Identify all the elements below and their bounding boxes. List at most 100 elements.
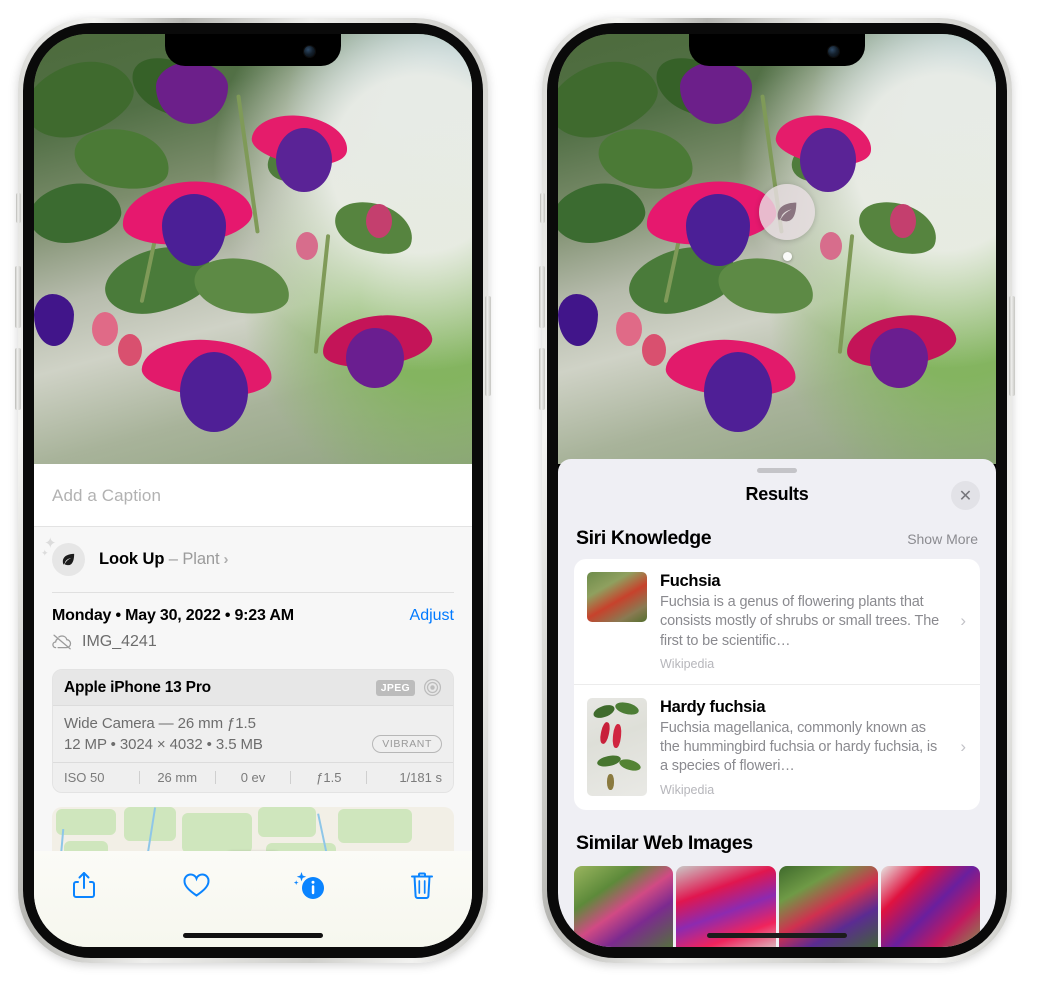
siri-knowledge-card: Fuchsia Fuchsia is a genus of flowering … (574, 559, 980, 810)
look-up-label: Look Up – Plant › (99, 550, 228, 569)
front-camera (828, 46, 839, 57)
result-thumbnail (587, 697, 647, 796)
similar-web-images-header: Similar Web Images (558, 810, 996, 864)
iphone-left: Add a Caption ✦ ✦ Look Up – Plant › Monda… (15, 18, 491, 963)
volume-up-button[interactable] (15, 266, 21, 328)
fuchsia-bud (820, 232, 842, 260)
exif-iso: ISO 50 (64, 770, 105, 785)
result-title: Fuchsia (660, 572, 721, 590)
list-item[interactable]: Hardy fuchsia Fuchsia magellanica, commo… (574, 683, 980, 810)
notch (165, 34, 341, 66)
info-button[interactable] (289, 867, 329, 903)
favorite-button[interactable] (177, 867, 217, 903)
volume-down-button[interactable] (15, 348, 21, 410)
fuchsia-bud (890, 204, 916, 238)
photo-viewer[interactable] (34, 34, 472, 469)
fuchsia-bloom (276, 128, 332, 192)
share-icon (73, 872, 95, 898)
show-more-button[interactable]: Show More (907, 531, 978, 547)
cloud-slash-icon (52, 634, 72, 650)
visual-lookup-anchor-dot (783, 252, 792, 261)
results-title: Results (745, 484, 809, 504)
exif-row: ISO 50 26 mm 0 ev ƒ1.5 1/181 s (53, 762, 453, 792)
camera-info-card: Apple iPhone 13 Pro JPEG Wide Camera — 2… (52, 669, 454, 793)
caption-row[interactable]: Add a Caption (34, 464, 472, 527)
camera-model: Apple iPhone 13 Pro (64, 678, 211, 696)
look-up-title: Look Up (99, 550, 165, 568)
results-sheet: Results ✕ Siri Knowledge Show More Fuchs… (558, 459, 996, 947)
info-sparkle-icon (293, 871, 324, 899)
fuchsia-bud (616, 312, 642, 346)
power-button[interactable] (1009, 296, 1015, 396)
front-camera (304, 46, 315, 57)
caption-input[interactable]: Add a Caption (52, 486, 454, 506)
map-area (338, 809, 412, 843)
look-up-row[interactable]: ✦ ✦ Look Up – Plant › (34, 527, 472, 592)
fuchsia-bud (296, 232, 318, 260)
camera-card-body: Wide Camera — 26 mm ƒ1.5 12 MP • 3024 × … (53, 706, 453, 762)
look-up-badge: ✦ ✦ (41, 536, 85, 576)
fuchsia-bloom (704, 352, 772, 432)
photo-metadata: Monday • May 30, 2022 • 9:23 AM Adjust I… (34, 593, 472, 657)
list-item[interactable]: Fuchsia Fuchsia is a genus of flowering … (574, 559, 980, 684)
sheet-grabber[interactable] (757, 468, 797, 473)
silent-switch[interactable] (540, 193, 545, 223)
lens-info: Wide Camera — 26 mm ƒ1.5 (64, 715, 256, 732)
fuchsia-bloom (346, 328, 404, 388)
share-button[interactable] (64, 867, 104, 903)
home-indicator[interactable] (183, 933, 323, 938)
web-image-thumbnail[interactable] (574, 865, 674, 947)
leaf-icon (62, 553, 75, 566)
heart-icon (183, 872, 210, 897)
volume-up-button[interactable] (539, 266, 545, 328)
section-title: Siri Knowledge (576, 527, 712, 549)
web-image-thumbnail[interactable] (880, 865, 980, 947)
fuchsia-bud (118, 334, 142, 366)
format-badge: JPEG (375, 679, 415, 696)
chevron-right-icon[interactable]: › (956, 737, 966, 757)
photo-filename: IMG_4241 (82, 633, 157, 650)
delete-button[interactable] (402, 867, 442, 903)
result-description: Fuchsia magellanica, commonly known as t… (660, 719, 938, 775)
leaf-icon (777, 202, 797, 222)
fuchsia-bloom (180, 352, 248, 432)
section-title: Similar Web Images (576, 831, 753, 854)
exif-shutter: 1/181 s (399, 770, 442, 785)
map-area (258, 807, 316, 837)
notch (689, 34, 865, 66)
siri-knowledge-header: Siri Knowledge Show More (558, 505, 996, 559)
photographic-style-badge: VIBRANT (372, 735, 442, 753)
silent-switch[interactable] (16, 193, 21, 223)
result-thumbnail (587, 572, 647, 622)
chevron-right-icon[interactable]: › (223, 551, 228, 568)
screen-left: Add a Caption ✦ ✦ Look Up – Plant › Monda… (34, 34, 472, 947)
look-up-dash: – (164, 550, 183, 568)
result-source: Wikipedia (660, 656, 715, 671)
fuchsia-bloom (870, 328, 928, 388)
home-indicator[interactable] (707, 933, 847, 938)
aperture-icon[interactable] (423, 678, 442, 697)
map-area (56, 809, 116, 835)
camera-card-header: Apple iPhone 13 Pro JPEG (53, 670, 453, 706)
close-button[interactable]: ✕ (951, 481, 980, 510)
photo-viewer[interactable] (558, 34, 996, 464)
result-description: Fuchsia is a genus of flowering plants t… (660, 594, 940, 649)
photo-date: Monday • May 30, 2022 • 9:23 AM (52, 607, 294, 624)
fuchsia-bud (642, 334, 666, 366)
fuchsia-bud (366, 204, 392, 238)
exif-ev: 0 ev (240, 770, 266, 785)
result-title: Hardy fuchsia (660, 697, 766, 716)
photo-toolbar (34, 851, 472, 947)
iphone-right: Results ✕ Siri Knowledge Show More Fuchs… (539, 18, 1015, 963)
screen-right: Results ✕ Siri Knowledge Show More Fuchs… (558, 34, 996, 947)
fuchsia-bud (92, 312, 118, 346)
trash-icon (410, 872, 433, 899)
volume-down-button[interactable] (539, 348, 545, 410)
adjust-button[interactable]: Adjust (410, 607, 454, 625)
visual-lookup-badge[interactable] (759, 184, 815, 240)
fuchsia-bloom (800, 128, 856, 192)
look-up-subject: Plant (182, 550, 220, 568)
sparkle-small-icon: ✦ (41, 548, 49, 558)
power-button[interactable] (485, 296, 491, 396)
chevron-right-icon[interactable]: › (956, 611, 966, 631)
